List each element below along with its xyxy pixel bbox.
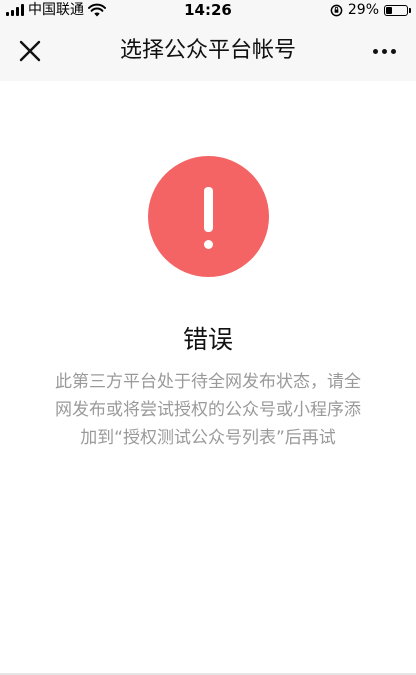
more-icon-dot [372,48,378,54]
nav-bar: 选择公众平台帐号 [0,20,416,81]
status-bar: 中国联通 14:26 29% [0,0,416,20]
rotation-lock-icon [330,4,343,16]
page-title: 选择公众平台帐号 [119,38,296,63]
screen: 中国联通 14:26 29% 选择公众平台帐号 错误 此第三方平台处于待全网发布… [0,0,416,675]
close-button[interactable] [14,35,46,67]
more-icon-dot [381,48,387,54]
error-message: 此第三方平台处于待全网发布状态，请全网发布或将尝试授权的公众号或小程序添加到“授… [55,372,361,448]
more-icon-dot [390,48,396,54]
more-button[interactable] [366,35,402,67]
error-title: 错误 [182,325,233,354]
status-right: 29% [330,2,411,18]
exclamation-icon [148,156,269,277]
battery-icon [384,4,411,16]
battery-percent: 29% [347,2,379,18]
close-icon [19,40,41,62]
battery-fill [386,6,392,14]
